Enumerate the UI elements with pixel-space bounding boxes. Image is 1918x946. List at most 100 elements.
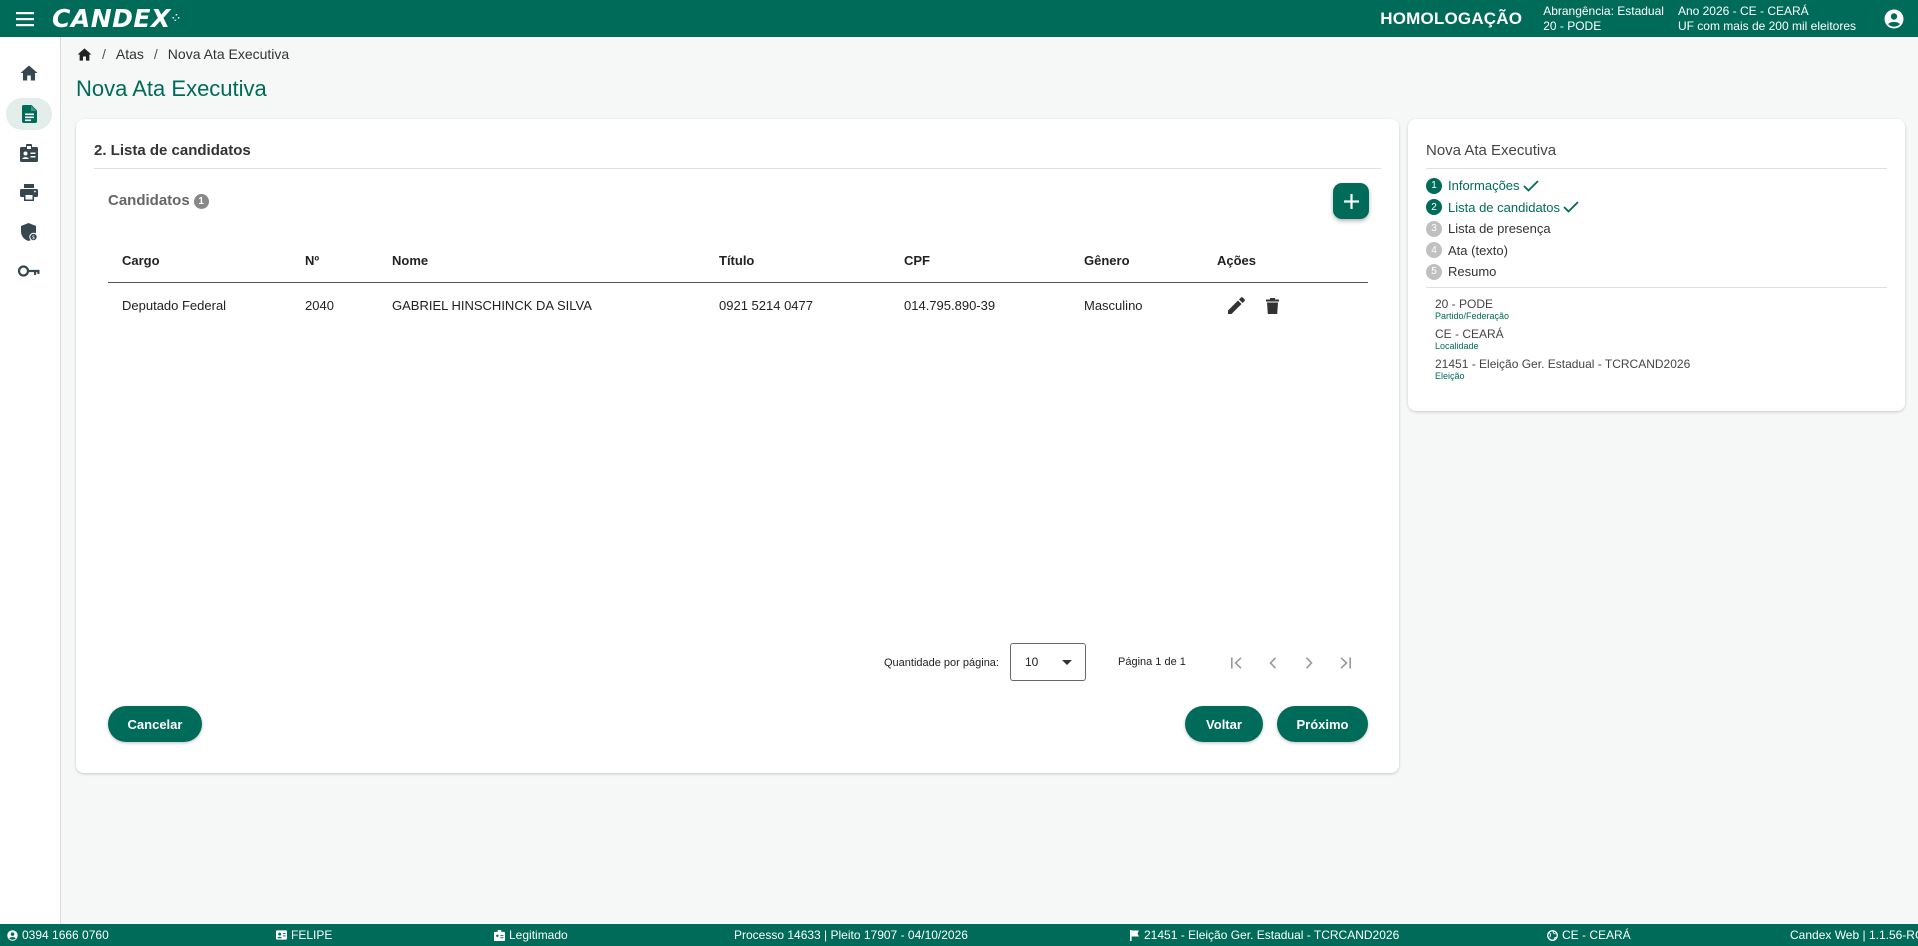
candidates-table: Cargo Nº Nome Título CPF Gênero Ações De…	[108, 238, 1368, 328]
step-resumo: 5 Resumo	[1426, 261, 1579, 283]
last-page-button[interactable]	[1334, 652, 1356, 674]
header-genero[interactable]: Gênero	[1084, 238, 1130, 283]
add-candidate-button[interactable]	[1333, 183, 1369, 219]
page-info: Página 1 de 1	[1118, 656, 1186, 668]
globe-icon	[1547, 929, 1558, 941]
account-icon[interactable]	[1870, 0, 1918, 37]
nav-security[interactable]: $	[6, 216, 52, 248]
scope-info: Abrangência: Estadual 20 - PODE	[1543, 4, 1664, 34]
nav-home[interactable]	[6, 57, 52, 89]
top-app-bar: CANDEX ⁘ HOMOLOGAÇÃO Abrangência: Estadua…	[0, 0, 1918, 37]
breadcrumb-current: Nova Ata Executiva	[167, 46, 290, 62]
header-titulo[interactable]: Título	[719, 238, 754, 283]
step-title: 2. Lista de candidatos	[94, 142, 251, 159]
candidates-card: 2. Lista de candidatos Candidatos 1 Carg…	[76, 119, 1399, 773]
section-title: Candidatos 1	[108, 192, 209, 209]
cell-genero: Masculino	[1084, 298, 1143, 313]
version-text: Candex Web | 1.1.56-RC	[1790, 928, 1918, 942]
cell-cargo: Deputado Federal	[122, 298, 227, 313]
nav-access[interactable]	[6, 255, 52, 287]
footer-version: Candex Web | 1.1.56-RC	[1790, 924, 1918, 946]
environment-label: HOMOLOGAÇÃO	[1380, 8, 1523, 28]
divider	[1426, 168, 1887, 169]
step-label: Resumo	[1448, 264, 1497, 280]
step-lista-candidatos[interactable]: 2 Lista de candidatos	[1426, 197, 1579, 219]
previous-page-button[interactable]	[1262, 652, 1284, 674]
key-icon	[18, 265, 40, 277]
meta-label: Localidade	[1435, 341, 1479, 351]
footer-status: Legitimado	[494, 924, 568, 946]
header-nome[interactable]: Nome	[392, 238, 428, 283]
menu-icon[interactable]	[0, 0, 52, 37]
summary-meta: 20 - PODE Partido/Federação CE - CEARÁ L…	[1435, 297, 1690, 387]
summary-card: Nova Ata Executiva 1 Informações 2 Lista…	[1408, 119, 1905, 411]
step-number: 2	[1426, 199, 1442, 216]
year-info: Ano 2026 - CE - CEARÁ UF com mais de 200…	[1678, 4, 1856, 34]
cancel-button[interactable]: Cancelar	[108, 706, 202, 742]
step-informacoes[interactable]: 1 Informações	[1426, 175, 1579, 197]
home-icon	[20, 65, 38, 81]
status-text: Legitimado	[509, 928, 568, 942]
phone-text: 0394 1666 0760	[22, 928, 109, 942]
svg-text:$: $	[31, 234, 34, 240]
meta-partido: 20 - PODE Partido/Federação	[1435, 297, 1690, 321]
header-cpf[interactable]: CPF	[904, 238, 930, 283]
summary-title: Nova Ata Executiva	[1426, 142, 1557, 159]
location-text: CE - CEARÁ	[1562, 928, 1631, 942]
per-page-label: Quantidade por página:	[884, 657, 999, 669]
process-text: Processo 14633 | Pleito 17907 - 04/10/20…	[734, 928, 968, 942]
meta-label: Partido/Federação	[1435, 311, 1510, 321]
footer-phone: 0394 1666 0760	[7, 924, 109, 946]
cell-nome: GABRIEL HINSCHINCK DA SILVA	[392, 298, 592, 313]
breadcrumb-atas[interactable]: Atas	[116, 46, 144, 62]
plus-icon	[1343, 193, 1359, 209]
logo-dots: ⁘	[171, 13, 180, 24]
header-numero[interactable]: Nº	[305, 238, 319, 283]
first-page-button[interactable]	[1226, 652, 1248, 674]
cell-cpf: 014.795.890-39	[904, 298, 996, 313]
cell-numero: 2040	[305, 298, 334, 313]
app-logo[interactable]: CANDEX ⁘	[52, 4, 180, 33]
back-button[interactable]: Voltar	[1185, 706, 1263, 742]
step-number: 3	[1426, 220, 1442, 237]
table-row[interactable]: Deputado Federal 2040 GABRIEL HINSCHINCK…	[108, 283, 1368, 328]
breadcrumb-separator: /	[153, 46, 158, 62]
party-line: 20 - PODE	[1543, 18, 1602, 33]
meta-localidade: CE - CEARÁ Localidade	[1435, 327, 1690, 351]
trash-icon	[1265, 297, 1279, 314]
breadcrumb-home[interactable]	[77, 47, 92, 61]
step-ata-texto: 4 Ata (texto)	[1426, 240, 1579, 262]
nav-documents[interactable]	[6, 98, 52, 130]
divider	[94, 168, 1381, 169]
printer-icon	[20, 183, 38, 201]
next-button[interactable]: Próximo	[1277, 706, 1368, 742]
election-text: 21451 - Eleição Ger. Estadual - TCRCAND2…	[1144, 928, 1400, 942]
cell-titulo: 0921 5214 0477	[719, 298, 813, 313]
side-navigation: $	[0, 37, 61, 924]
step-label: Lista de candidatos	[1448, 199, 1561, 215]
breadcrumb: / Atas / Nova Ata Executiva	[77, 46, 289, 62]
nav-candidates[interactable]	[6, 137, 52, 169]
per-page-value: 10	[1025, 655, 1039, 669]
page-title: Nova Ata Executiva	[76, 76, 267, 101]
pagination: Quantidade por página: 10 Página 1 de 1	[76, 643, 1399, 683]
step-number: 4	[1426, 242, 1442, 259]
shield-icon: $	[20, 222, 38, 241]
chevron-left-icon	[1269, 657, 1277, 669]
id-badge-icon	[494, 929, 505, 941]
meta-label: Eleição	[1435, 371, 1465, 381]
next-page-button[interactable]	[1298, 652, 1320, 674]
step-label: Ata (texto)	[1448, 242, 1508, 258]
edit-button[interactable]	[1221, 291, 1251, 321]
badge-icon	[276, 930, 287, 940]
steps-list: 1 Informações 2 Lista de candidatos 3 Li…	[1426, 175, 1579, 283]
id-card-icon	[20, 144, 38, 162]
nav-print[interactable]	[6, 176, 52, 208]
step-label: Lista de presença	[1448, 221, 1551, 237]
meta-value: CE - CEARÁ	[1435, 327, 1504, 341]
per-page-select[interactable]: 10	[1010, 643, 1086, 681]
document-icon	[21, 105, 37, 123]
chevron-right-icon	[1305, 657, 1313, 669]
header-cargo[interactable]: Cargo	[122, 238, 160, 283]
delete-button[interactable]	[1257, 291, 1287, 321]
